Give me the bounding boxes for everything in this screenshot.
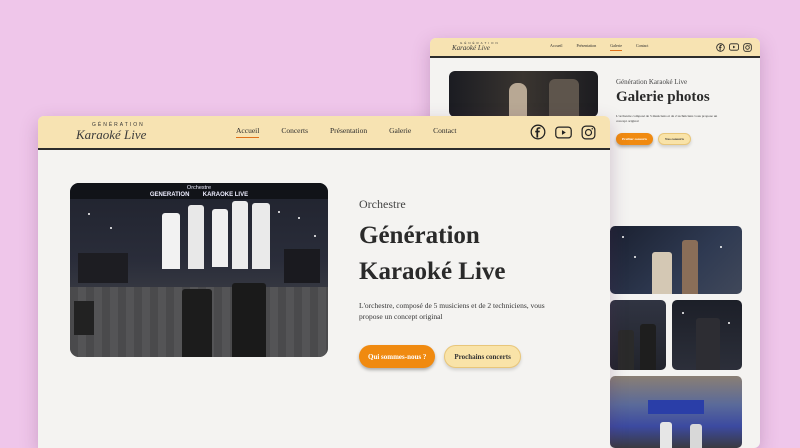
photo-banner-top: Orchestre xyxy=(186,185,212,191)
logo-name-text: Karaoké Live xyxy=(452,44,490,52)
gallery-text-block: Génération Karaoké Live Galerie photos L… xyxy=(616,78,746,145)
photo-banner: GENERATION KARAOKE LIVE xyxy=(149,192,249,198)
gallery-thumb-3[interactable] xyxy=(672,300,742,370)
hero-text-block: Orchestre Génération Karaoké Live L'orch… xyxy=(359,197,589,368)
youtube-icon[interactable] xyxy=(729,43,739,51)
gallery-thumb-1[interactable] xyxy=(610,226,742,294)
home-logo[interactable]: GÉNÉRATION Karaoké Live xyxy=(76,123,147,142)
gallery-nav-accueil[interactable]: Accueil xyxy=(550,43,562,51)
facebook-icon[interactable] xyxy=(530,124,546,140)
nav-contact[interactable]: Contact xyxy=(433,126,456,138)
hero-buttons: Qui sommes-nous ? Prochains concerts xyxy=(359,345,589,368)
nav-concerts[interactable]: Concerts xyxy=(281,126,308,138)
gallery-hero-photo xyxy=(449,71,598,117)
nav-galerie[interactable]: Galerie xyxy=(389,126,411,138)
hero-title-line2: Karaoké Live xyxy=(359,258,506,285)
gallery-primary-button[interactable]: Profiter concerts xyxy=(616,133,654,145)
next-concerts-button[interactable]: Prochains concerts xyxy=(444,345,521,368)
gallery-nav-presentation[interactable]: Présentation xyxy=(576,43,596,51)
who-are-we-button[interactable]: Qui sommes-nous ? xyxy=(359,345,436,368)
hero-description: L'orchestre, composé de 5 musiciens et d… xyxy=(359,301,545,321)
gallery-buttons: Profiter concerts Nos concerts xyxy=(616,133,746,145)
gallery-nav-contact[interactable]: Contact xyxy=(636,43,648,51)
instagram-icon[interactable] xyxy=(581,125,596,140)
home-page-screenshot: GÉNÉRATION Karaoké Live Accueil Concerts… xyxy=(38,116,610,448)
youtube-icon[interactable] xyxy=(555,125,572,139)
gallery-navbar: GÉNÉRATION Karaoké Live Accueil Présenta… xyxy=(430,38,760,58)
hero-title: Génération Karaoké Live xyxy=(359,218,589,290)
logo-name-text: Karaoké Live xyxy=(76,127,147,142)
gallery-subtitle: Génération Karaoké Live xyxy=(616,78,688,86)
gallery-nav-menu: Accueil Présentation Galerie Contact xyxy=(550,43,648,51)
gallery-secondary-button[interactable]: Nos concerts xyxy=(658,133,691,145)
gallery-logo[interactable]: GÉNÉRATION Karaoké Live xyxy=(452,42,500,52)
home-navbar: GÉNÉRATION Karaoké Live Accueil Concerts… xyxy=(38,116,610,150)
hero-subtitle: Orchestre xyxy=(359,197,406,211)
home-nav-menu: Accueil Concerts Présentation Galerie Co… xyxy=(236,126,456,138)
home-social-icons xyxy=(530,124,596,140)
nav-accueil[interactable]: Accueil xyxy=(236,126,260,138)
gallery-thumb-2[interactable] xyxy=(610,300,666,370)
gallery-social-icons xyxy=(716,42,752,52)
nav-presentation[interactable]: Présentation xyxy=(330,126,367,138)
gallery-thumb-4[interactable] xyxy=(610,376,742,448)
gallery-nav-galerie[interactable]: Galerie xyxy=(610,43,622,51)
gallery-title: Galerie photos xyxy=(616,89,710,105)
band-photo: Orchestre GENERATION KARAOKE LIVE xyxy=(70,183,328,357)
gallery-description: L'orchestre composé de 5 musiciens et de… xyxy=(616,114,718,123)
facebook-icon[interactable] xyxy=(716,42,725,52)
instagram-icon[interactable] xyxy=(743,42,752,52)
hero-title-line1: Génération xyxy=(359,222,480,249)
